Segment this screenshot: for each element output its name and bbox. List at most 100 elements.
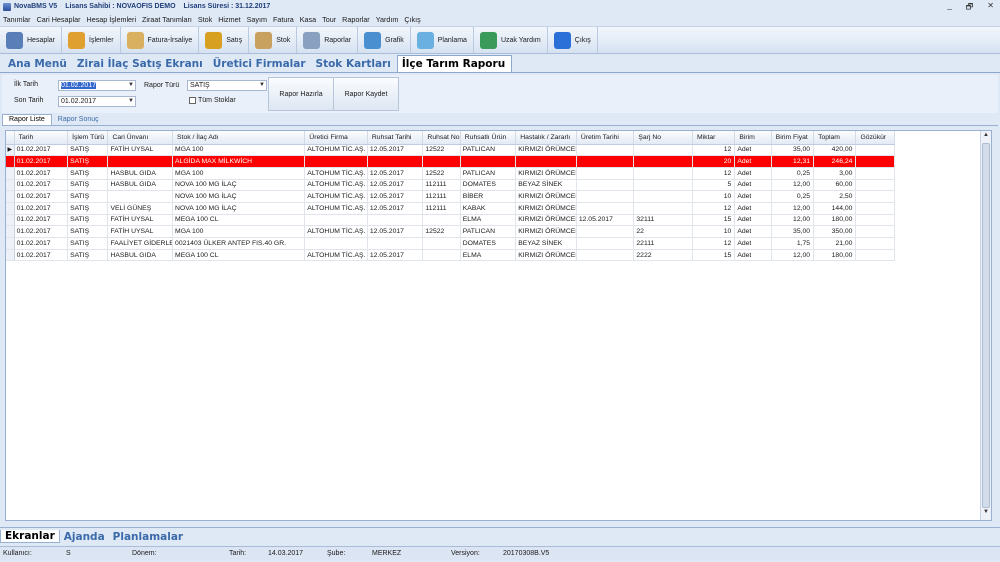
column-header-cari-unvani[interactable]: Cari Ünvanı bbox=[107, 131, 174, 145]
table-cell[interactable]: KIRMIZI ÖRÜMCEI bbox=[515, 202, 577, 215]
table-cell[interactable]: 12522 bbox=[422, 167, 461, 180]
table-cell[interactable]: FATİH UYSAL bbox=[107, 225, 174, 238]
table-row[interactable]: 01.02.2017 SATIŞ FAALİYET GİDERLEİ 0021403 … bbox=[6, 237, 895, 250]
menu-item-raporlar[interactable]: Raporlar bbox=[342, 15, 370, 24]
menu-item-hizmet[interactable]: Hizmet bbox=[218, 15, 240, 24]
table-row[interactable]: 01.02.2017 SATIŞ FATİH UYSAL MEGA 100 CL ELM… bbox=[6, 214, 895, 227]
start-date-picker[interactable]: 01.02.2017 ▼ bbox=[58, 80, 136, 91]
row-indicator[interactable] bbox=[6, 225, 15, 238]
table-cell[interactable]: ALTOHUM TİC.AŞ. bbox=[304, 179, 368, 192]
table-row[interactable]: 01.02.2017 SATIŞ ALGİDA MAX MİLKWİCH 20 Adet… bbox=[6, 155, 895, 168]
toolbar-uzak-yardim-button[interactable]: Uzak Yardım bbox=[474, 27, 548, 53]
bottom-tab-planlamalar[interactable]: Planlamalar bbox=[109, 531, 187, 543]
table-cell[interactable] bbox=[633, 155, 693, 168]
table-cell[interactable]: 12,31 bbox=[771, 155, 815, 168]
table-row[interactable]: ▶ 01.02.2017 SATIŞ FATİH UYSAL MGA 100 ALTOHU… bbox=[6, 144, 895, 157]
table-cell[interactable] bbox=[576, 237, 635, 250]
table-cell[interactable]: KIRMIZI ÖRÜMCEI bbox=[515, 167, 577, 180]
table-cell[interactable] bbox=[515, 155, 577, 168]
row-indicator[interactable] bbox=[6, 202, 15, 215]
table-cell[interactable]: 0,25 bbox=[771, 167, 815, 180]
table-cell[interactable]: 2222 bbox=[633, 249, 693, 262]
report-type-select[interactable]: SATIŞ ▼ bbox=[187, 80, 267, 91]
tab-ilce-tarim-raporu[interactable]: İlçe Tarım Raporu bbox=[396, 55, 513, 72]
menu-item-cari-hesaplar[interactable]: Cari Hesaplar bbox=[37, 15, 81, 24]
table-cell[interactable]: 112111 bbox=[422, 179, 461, 192]
table-cell[interactable]: MGA 100 bbox=[172, 167, 306, 180]
column-header-gozukur[interactable]: Gözükür bbox=[855, 131, 895, 145]
toolbar-cikis-button[interactable]: Çıkış bbox=[548, 27, 598, 53]
menu-item-ziraat-tanimlari[interactable]: Ziraat Tanımları bbox=[142, 15, 192, 24]
subtab-rapor-liste[interactable]: Rapor Liste bbox=[2, 114, 52, 125]
table-cell[interactable]: KIRMIZI ÖRÜMCEI bbox=[515, 214, 577, 227]
table-cell[interactable]: 12.05.2017 bbox=[367, 179, 424, 192]
table-cell[interactable]: 01.02.2017 bbox=[14, 214, 69, 227]
table-row[interactable]: 01.02.2017 SATIŞ FATİH UYSAL MGA 100 ALTOHUM… bbox=[6, 225, 895, 238]
table-cell[interactable]: 01.02.2017 bbox=[14, 225, 69, 238]
column-header-tarih[interactable]: Tarih bbox=[14, 131, 69, 145]
table-cell[interactable]: 01.02.2017 bbox=[14, 249, 69, 262]
table-cell[interactable]: 246,24 bbox=[813, 155, 857, 168]
vertical-scrollbar[interactable]: ▲ ▼ bbox=[980, 131, 991, 520]
table-cell[interactable]: 12522 bbox=[422, 144, 461, 157]
toolbar-hesaplar-button[interactable]: Hesaplar bbox=[0, 27, 63, 53]
table-cell[interactable]: 60,00 bbox=[813, 179, 857, 192]
table-cell[interactable]: 112111 bbox=[422, 202, 461, 215]
table-cell[interactable]: ALGİDA MAX MİLKWİCH bbox=[172, 155, 306, 168]
table-cell[interactable]: 12,00 bbox=[771, 214, 815, 227]
table-cell[interactable]: SATIŞ bbox=[67, 155, 109, 168]
table-cell[interactable]: 10 bbox=[692, 190, 736, 203]
table-cell[interactable]: KIRMIZI ÖRÜMCEI bbox=[515, 249, 577, 262]
table-cell[interactable] bbox=[460, 155, 517, 168]
table-cell[interactable]: 12,00 bbox=[771, 202, 815, 215]
menu-item-kasa[interactable]: Kasa bbox=[300, 15, 316, 24]
table-cell[interactable]: BİBER bbox=[460, 190, 517, 203]
table-row[interactable]: 01.02.2017 SATIŞ HASBUL GIDA NOVA 100 MG İL… bbox=[6, 179, 895, 192]
table-cell[interactable] bbox=[633, 202, 693, 215]
table-cell[interactable]: BEYAZ SİNEK bbox=[515, 179, 577, 192]
scroll-down-icon[interactable]: ▼ bbox=[981, 509, 991, 519]
toolbar-planlama-button[interactable]: Planlama bbox=[411, 27, 474, 53]
column-header-miktar[interactable]: Miktar bbox=[692, 131, 736, 145]
table-cell[interactable]: 35,00 bbox=[771, 225, 815, 238]
table-cell[interactable]: Adet bbox=[734, 225, 772, 238]
table-cell[interactable]: ALTOHUM TİC.AŞ. bbox=[304, 249, 368, 262]
table-cell[interactable] bbox=[304, 155, 368, 168]
table-cell[interactable]: 01.02.2017 bbox=[14, 190, 69, 203]
table-cell[interactable]: DOMATES bbox=[460, 179, 517, 192]
table-cell[interactable]: 12.05.2017 bbox=[367, 190, 424, 203]
table-cell[interactable]: 12.05.2017 bbox=[367, 202, 424, 215]
tab-zirai-ilac-satis-ekrani[interactable]: Zirai İlaç Satış Ekranı bbox=[73, 58, 209, 72]
menu-item-stok[interactable]: Stok bbox=[198, 15, 212, 24]
table-cell[interactable] bbox=[855, 155, 895, 168]
column-header-sarj-no[interactable]: Şarj No bbox=[633, 131, 693, 145]
table-cell[interactable]: VELİ GÜNEŞ bbox=[107, 202, 174, 215]
table-cell[interactable] bbox=[855, 144, 895, 157]
menu-item-tanimlar[interactable]: Tanımlar bbox=[3, 15, 31, 24]
table-cell[interactable]: 350,00 bbox=[813, 225, 857, 238]
table-cell[interactable]: HASBUL GIDA bbox=[107, 167, 174, 180]
table-cell[interactable] bbox=[576, 155, 635, 168]
row-indicator[interactable] bbox=[6, 214, 15, 227]
column-header-islem-turu[interactable]: İşlem Türü bbox=[67, 131, 109, 145]
table-cell[interactable]: SATIŞ bbox=[67, 179, 109, 192]
table-cell[interactable] bbox=[576, 190, 635, 203]
column-header-ruhsat-tarihi[interactable]: Ruhsat Tarihi bbox=[367, 131, 424, 145]
table-cell[interactable]: SATIŞ bbox=[67, 202, 109, 215]
table-row[interactable]: 01.02.2017 SATIŞ HASBUL GIDA MEGA 100 CL ALT… bbox=[6, 249, 895, 262]
toolbar-islemler-button[interactable]: İşlemler bbox=[62, 27, 121, 53]
menu-item-yardim[interactable]: Yardım bbox=[376, 15, 399, 24]
table-cell[interactable] bbox=[576, 167, 635, 180]
column-header-uretici-firma[interactable]: Üretici Firma bbox=[304, 131, 368, 145]
table-cell[interactable]: 21,00 bbox=[813, 237, 857, 250]
table-cell[interactable]: 12,00 bbox=[771, 249, 815, 262]
table-cell[interactable]: 01.02.2017 bbox=[14, 237, 69, 250]
table-cell[interactable]: SATIŞ bbox=[67, 167, 109, 180]
table-cell[interactable]: 15 bbox=[692, 249, 736, 262]
table-cell[interactable]: KABAK bbox=[460, 202, 517, 215]
table-cell[interactable]: Adet bbox=[734, 249, 772, 262]
table-cell[interactable]: MEGA 100 CL bbox=[172, 214, 306, 227]
tab-uretici-firmalar[interactable]: Üretici Firmalar bbox=[209, 58, 312, 72]
table-cell[interactable] bbox=[422, 237, 461, 250]
table-cell[interactable] bbox=[855, 202, 895, 215]
